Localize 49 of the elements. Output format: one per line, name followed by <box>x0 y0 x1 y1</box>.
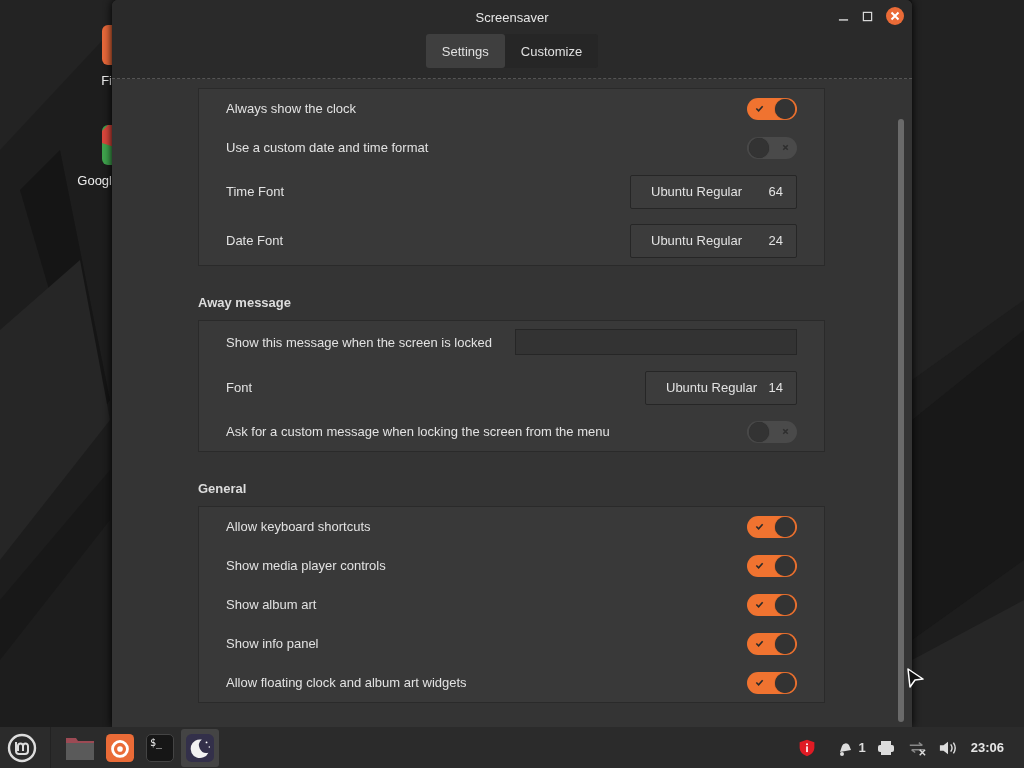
setting-label: Font <box>226 380 252 395</box>
menu-icon[interactable] <box>7 732 37 763</box>
check-icon <box>755 104 764 113</box>
check-icon <box>755 678 764 687</box>
toggle-switch[interactable] <box>747 593 797 616</box>
setting-label: Use a custom date and time format <box>226 140 429 155</box>
setting-label: Time Font <box>226 184 285 199</box>
toggle-switch[interactable] <box>747 671 797 694</box>
font-button[interactable]: Ubuntu Regular 14 <box>645 370 797 405</box>
desktop-icon-label: Fi <box>101 73 112 88</box>
setting-label: Always show the clock <box>226 101 357 116</box>
setting-label: Show this message when the screen is locked <box>226 334 492 350</box>
cursor-icon <box>907 668 925 688</box>
maximize-icon[interactable] <box>862 10 873 22</box>
cross-icon <box>781 143 790 152</box>
check-icon <box>755 639 764 648</box>
tab[interactable]: Customize <box>504 34 599 68</box>
clock[interactable]: 23:06 <box>970 740 1004 755</box>
setting-label: Ask for a custom message when locking the screen from the menu <box>226 424 610 439</box>
taskbar-launcher[interactable] <box>181 728 219 767</box>
close-icon[interactable] <box>886 7 904 25</box>
printer-icon[interactable] <box>876 738 895 757</box>
section-heading: General <box>198 481 248 496</box>
check-icon <box>755 561 764 570</box>
toggle-switch[interactable] <box>747 136 797 159</box>
toggle-switch[interactable] <box>747 554 797 577</box>
check-icon <box>755 600 764 609</box>
setting-label: Allow keyboard shortcuts <box>226 519 371 534</box>
scrollbar[interactable] <box>898 119 904 722</box>
app-icon[interactable] <box>102 25 112 65</box>
setting-label: Show media player controls <box>226 558 386 573</box>
window-title: Screensaver <box>475 9 549 25</box>
toggle-switch[interactable] <box>747 97 797 120</box>
toggle-switch[interactable] <box>747 515 797 538</box>
notification-count: 1 <box>858 740 866 755</box>
check-icon <box>755 522 764 531</box>
font-button[interactable]: Ubuntu Regular 64 <box>630 174 797 209</box>
cross-icon <box>781 427 790 436</box>
tab[interactable]: Settings <box>425 34 505 68</box>
toggle-switch[interactable] <box>747 632 797 655</box>
setting-label: Show album art <box>226 597 317 612</box>
section-heading: Away message <box>198 295 292 310</box>
font-button[interactable]: Ubuntu Regular 24 <box>630 223 797 258</box>
shield-icon[interactable] <box>797 738 816 757</box>
desktop-icon-label: Googl <box>77 173 112 188</box>
toggle-switch[interactable] <box>747 420 797 443</box>
setting-label: Allow floating clock and album art widgets <box>226 675 467 690</box>
setting-label: Show info panel <box>226 636 319 651</box>
setting-label: Date Font <box>226 233 284 248</box>
